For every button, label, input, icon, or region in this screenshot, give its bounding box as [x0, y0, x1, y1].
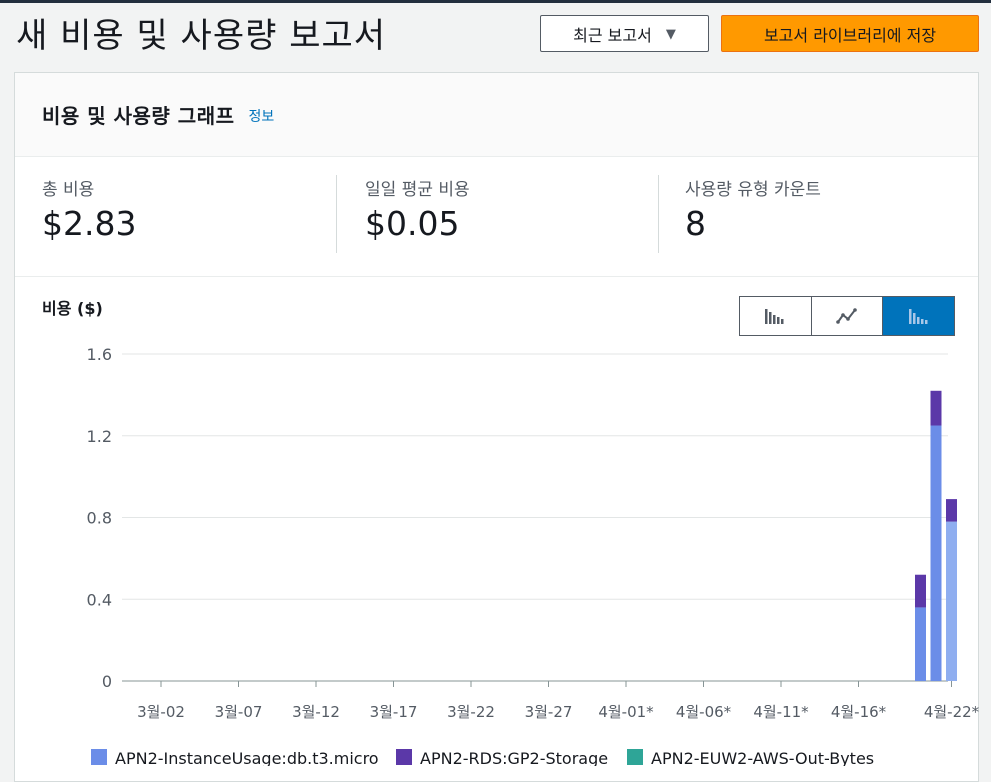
page-title: 새 비용 및 사용량 보고서: [16, 16, 387, 56]
metrics-summary: 총 비용 $2.83 일일 평균 비용 $0.05 사용량 유형 카운트 8: [15, 157, 978, 277]
caret-down-icon: ▼: [665, 27, 676, 42]
recent-reports-dropdown[interactable]: 최근 보고서 ▼: [540, 15, 709, 52]
save-to-report-library-button[interactable]: 보고서 라이브러리에 저장: [721, 15, 979, 52]
bar-chart-icon: [765, 309, 784, 324]
line-chart-icon: [836, 308, 857, 324]
metric-value: $2.83: [42, 204, 137, 243]
metric-daily-average-cost: 일일 평균 비용 $0.05: [365, 175, 470, 243]
metric-label: 일일 평균 비용: [365, 180, 470, 200]
metric-total-cost: 총 비용 $2.83: [42, 175, 136, 243]
stacked-bar-chart-icon: [908, 309, 928, 324]
chart-y-axis-title: 비용 ($): [42, 299, 103, 318]
panel-header: 비용 및 사용량 그래프 정보: [15, 73, 978, 157]
metric-value: 8: [685, 204, 706, 243]
metric-label: 총 비용: [42, 180, 95, 200]
top-nav-strip: [0, 0, 991, 3]
line-chart-button[interactable]: [811, 297, 884, 335]
divider: [336, 175, 337, 253]
bar-chart-button[interactable]: [740, 297, 812, 335]
cost-usage-graph-panel: 비용 및 사용량 그래프 정보 총 비용 $2.83 일일 평균 비용 $0.0…: [14, 72, 979, 782]
stacked-bar-chart-button[interactable]: [883, 297, 955, 335]
chart-type-toggle: [739, 296, 955, 336]
divider: [658, 175, 659, 253]
metric-label: 사용량 유형 카운트: [685, 180, 821, 200]
recent-reports-label: 최근 보고서: [573, 25, 652, 45]
info-link[interactable]: 정보: [249, 106, 275, 126]
metric-usage-type-count: 사용량 유형 카운트 8: [685, 175, 821, 243]
metric-value: $0.05: [365, 204, 460, 243]
panel-title: 비용 및 사용량 그래프: [42, 104, 235, 128]
